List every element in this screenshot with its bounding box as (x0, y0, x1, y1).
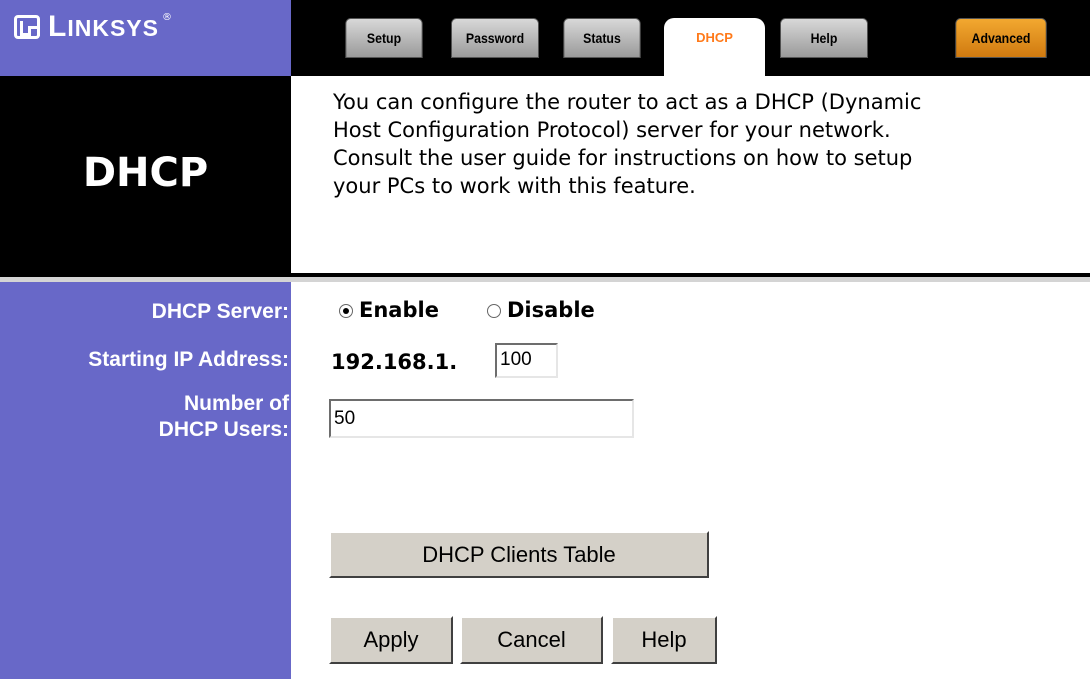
apply-button[interactable]: Apply (329, 616, 453, 664)
num-users-label: Number of DHCP Users: (159, 391, 289, 443)
num-users-label-line1: Number of (184, 392, 289, 415)
logo-text: LINKSYS (48, 10, 159, 43)
registered-mark: ® (161, 12, 172, 23)
tab-bar: Setup Password Status DHCP Help Advanced (291, 0, 1090, 76)
num-users-label-line2: DHCP Users: (158, 418, 289, 441)
page-description: You can configure the router to act as a… (333, 88, 1090, 200)
tab-advanced[interactable]: Advanced (955, 18, 1047, 58)
starting-ip-label: Starting IP Address: (88, 348, 289, 371)
description-line: Consult the user guide for instructions … (333, 146, 913, 170)
ip-prefix: 192.168.1. (331, 350, 458, 374)
logo-area: LINKSYS ® (0, 0, 291, 76)
tab-password[interactable]: Password (451, 18, 539, 58)
label-panel (0, 282, 291, 679)
description-line: You can configure the router to act as a… (333, 90, 922, 114)
help-button[interactable]: Help (611, 616, 717, 664)
dhcp-server-label: DHCP Server: (151, 300, 289, 323)
page-title-panel: DHCP (0, 76, 291, 273)
linksys-logo: LINKSYS ® (14, 12, 172, 42)
cancel-button[interactable]: Cancel (460, 616, 603, 664)
starting-ip-octet-input[interactable]: 100 (495, 343, 558, 378)
dhcp-clients-table-button[interactable]: DHCP Clients Table (329, 531, 709, 578)
tab-help[interactable]: Help (780, 18, 868, 58)
tab-dhcp[interactable]: DHCP (664, 18, 765, 76)
description-line: Host Configuration Protocol) server for … (333, 118, 891, 142)
tab-setup[interactable]: Setup (345, 18, 423, 58)
linksys-logo-icon (14, 15, 40, 39)
disable-radio-label[interactable]: Disable (507, 298, 595, 322)
num-dhcp-users-input[interactable]: 50 (329, 399, 634, 438)
tab-status[interactable]: Status (563, 18, 641, 58)
description-line: your PCs to work with this feature. (333, 174, 696, 198)
enable-radio-label[interactable]: Enable (359, 298, 439, 322)
disable-radio[interactable] (487, 304, 501, 318)
enable-radio[interactable] (339, 304, 353, 318)
page-title: DHCP (82, 150, 209, 196)
